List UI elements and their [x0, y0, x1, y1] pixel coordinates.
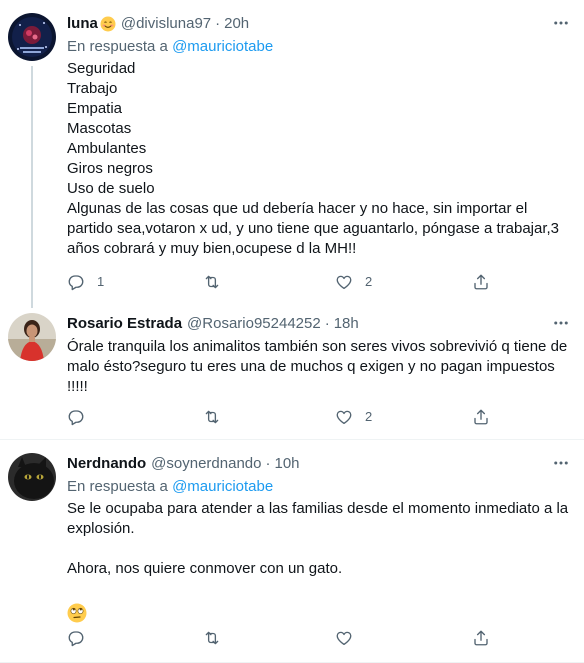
like-icon — [336, 275, 352, 290]
share-icon — [474, 630, 488, 646]
text-line: Mascotas — [67, 120, 132, 137]
text-line: Trabajo — [67, 80, 118, 97]
tweet-text: Se le ocupaba para atender a las familia… — [67, 499, 572, 623]
avatar[interactable] — [8, 453, 56, 501]
retweet-button[interactable] — [203, 273, 233, 291]
action-bar: 1 2 — [67, 273, 584, 293]
retweet-icon — [205, 410, 219, 424]
timestamp[interactable]: 18h — [334, 314, 359, 334]
action-bar — [67, 629, 584, 649]
avatar[interactable] — [8, 13, 56, 61]
action-bar: 2 — [67, 408, 584, 428]
text-line: partido sea,votaron x ud, y uno tiene qu… — [67, 220, 560, 237]
avatar[interactable] — [8, 313, 56, 361]
text-line: Ahora, nos quiere conmover con un gato. — [67, 560, 343, 577]
tweet-text: Seguridad Trabajo Empatia Mascotas Ambul… — [67, 59, 572, 259]
text-line: Se le ocupaba para atender a las familia… — [67, 500, 569, 517]
tweet-luna[interactable]: luna @divisluna97 · 20h En respuesta a @… — [0, 13, 584, 293]
share-button[interactable] — [472, 408, 490, 426]
timestamp[interactable]: 10h — [274, 454, 299, 474]
retweet-icon — [205, 631, 219, 645]
handle[interactable]: @Rosario95244252 — [187, 314, 321, 334]
text-line: malo ésto?seguro tu eres una de muchos q… — [67, 358, 555, 375]
rolling-eyes-emoji — [67, 603, 572, 623]
display-name[interactable]: luna — [67, 14, 98, 34]
like-button[interactable] — [335, 629, 365, 647]
text-line: años cobrará y muy bien,ocupese d la MH!… — [67, 240, 357, 257]
more-icon[interactable] — [550, 313, 572, 333]
reply-mention-link[interactable]: @mauriciotabe — [172, 38, 273, 55]
text-line: !!!!! — [67, 378, 88, 395]
text-line: Seguridad — [67, 60, 136, 77]
retweet-icon — [205, 275, 219, 289]
separator-dot: · — [324, 315, 330, 332]
reply-button[interactable] — [67, 629, 97, 647]
separator-dot: · — [265, 455, 271, 472]
share-icon — [474, 409, 488, 425]
reply-count: 1 — [97, 274, 105, 289]
text-line: Órale tranquila los animalitos también s… — [67, 338, 568, 355]
display-name[interactable]: Rosario Estrada — [67, 314, 182, 334]
retweet-button[interactable] — [203, 629, 233, 647]
tweet-nerdnando[interactable]: Nerdnando @soynerdnando · 10h En respues… — [0, 453, 584, 658]
like-button[interactable]: 2 — [335, 273, 372, 291]
text-line: explosión. — [67, 520, 135, 537]
reply-button[interactable]: 1 — [67, 273, 104, 291]
retweet-button[interactable] — [203, 408, 233, 426]
like-button[interactable]: 2 — [335, 408, 372, 426]
reply-context: En respuesta a @mauriciotabe — [67, 477, 572, 497]
smiling-face-emoji — [100, 16, 116, 32]
handle[interactable]: @divisluna97 — [121, 14, 211, 34]
separator-dot: · — [215, 15, 221, 32]
reply-prefix: En respuesta a — [67, 38, 168, 55]
handle[interactable]: @soynerdnando — [151, 454, 261, 474]
tweet-divider — [0, 439, 584, 440]
tweet-rosario[interactable]: Rosario Estrada @Rosario95244252 · 18h Ó… — [0, 313, 584, 439]
more-icon[interactable] — [550, 453, 572, 473]
reply-context: En respuesta a @mauriciotabe — [67, 37, 572, 57]
timestamp[interactable]: 20h — [224, 14, 249, 34]
reply-icon — [68, 410, 84, 426]
share-button[interactable] — [472, 629, 490, 647]
share-button[interactable] — [472, 273, 490, 291]
text-line: Uso de suelo — [67, 180, 155, 197]
text-line: Ambulantes — [67, 140, 147, 157]
like-count: 2 — [365, 274, 373, 289]
text-line: Giros negros — [67, 160, 153, 177]
like-icon — [336, 631, 352, 646]
reply-prefix: En respuesta a — [67, 478, 168, 495]
tweet-text: Órale tranquila los animalitos también s… — [67, 337, 572, 397]
reply-icon — [68, 631, 84, 647]
text-line: Empatia — [67, 100, 123, 117]
display-name[interactable]: Nerdnando — [67, 454, 146, 474]
share-icon — [474, 274, 488, 290]
like-icon — [336, 410, 352, 425]
reply-mention-link[interactable]: @mauriciotabe — [172, 478, 273, 495]
more-icon[interactable] — [550, 13, 572, 33]
reply-button[interactable] — [67, 408, 97, 426]
like-count: 2 — [365, 409, 373, 424]
reply-icon — [68, 275, 84, 291]
text-line: Algunas de las cosas que ud debería hace… — [67, 200, 528, 217]
